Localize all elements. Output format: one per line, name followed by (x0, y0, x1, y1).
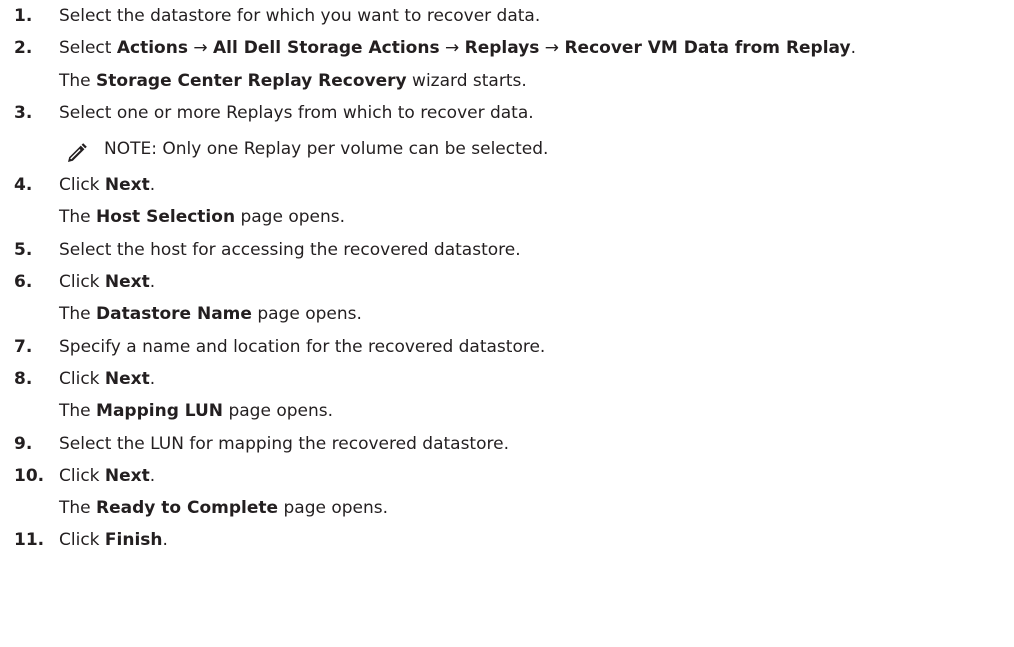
text-run: Only one Replay per volume can be select… (156, 139, 549, 160)
text-run: . (162, 530, 168, 551)
result-text: The Mapping LUN page opens. (59, 395, 333, 427)
ui-term: Mapping LUN (96, 401, 224, 422)
step-4: 4. Click Next. (14, 169, 1014, 201)
text-run: page opens. (235, 207, 345, 228)
result-text: The Storage Center Replay Recovery wizar… (59, 65, 527, 97)
text-run: . (149, 465, 156, 486)
step-number: 9. (14, 433, 33, 454)
ui-term: Host Selection (96, 207, 236, 228)
text-run: Click (59, 530, 105, 551)
step-11: 11. Click Finish. (14, 524, 1014, 556)
step-number: 3. (14, 102, 33, 123)
note: NOTE: Only one Replay per volume can be … (14, 129, 1014, 169)
step-number: 7. (14, 336, 33, 357)
step-number: 10. (14, 465, 45, 486)
ui-term: Finish (104, 530, 163, 551)
result-text: The Datastore Name page opens. (59, 298, 362, 330)
text-run: . (850, 38, 856, 59)
step-text: Click Finish. (59, 524, 168, 556)
text-run: The (59, 498, 97, 519)
step-number: 8. (14, 368, 33, 389)
note-text: NOTE: Only one Replay per volume can be … (104, 129, 548, 169)
arrow-separator: → (539, 38, 565, 59)
text-run: Specify a name and location for the reco… (59, 336, 546, 357)
text-run: Click (59, 368, 105, 389)
ui-term: Next (104, 465, 150, 486)
ui-term: Next (104, 175, 150, 196)
text-run: wizard starts. (406, 70, 527, 91)
text-run: . (149, 175, 156, 196)
step-text: Click Next. (59, 266, 155, 298)
text-run: Select one or more Replays from which to… (59, 102, 534, 123)
ui-term: Actions (116, 38, 188, 59)
text-run: . (149, 368, 156, 389)
note-label: NOTE: (104, 139, 157, 160)
step-6-result: The Datastore Name page opens. (14, 298, 1014, 330)
step-8: 8. Click Next. (14, 363, 1014, 395)
text-run: Click (59, 175, 105, 196)
step-4-result: The Host Selection page opens. (14, 201, 1014, 233)
step-number: 4. (14, 175, 33, 196)
pencil-note-icon (66, 139, 88, 163)
step-text: Click Next. (59, 460, 155, 492)
step-number: 5. (14, 239, 33, 260)
text-run: Select the datastore for which you want … (59, 6, 541, 26)
step-1: 1. Select the datastore for which you wa… (14, 0, 1014, 32)
step-6: 6. Click Next. (14, 266, 1014, 298)
ui-term: Replays (464, 38, 540, 59)
arrow-separator: → (439, 38, 465, 59)
step-text: Select the LUN for mapping the recovered… (59, 428, 509, 460)
ui-term: All Dell Storage Actions (213, 38, 440, 59)
text-run: . (149, 272, 156, 293)
step-9: 9. Select the LUN for mapping the recove… (14, 428, 1014, 460)
step-8-result: The Mapping LUN page opens. (14, 395, 1014, 427)
step-text: Specify a name and location for the reco… (59, 331, 545, 363)
text-run: The (59, 207, 97, 228)
text-run: page opens. (223, 401, 333, 422)
step-text: Select the datastore for which you want … (59, 0, 540, 32)
text-run: The (59, 70, 97, 91)
text-run: Select the LUN for mapping the recovered… (59, 433, 509, 454)
step-text: Click Next. (59, 363, 155, 395)
text-run: Click (59, 272, 105, 293)
text-run: Click (59, 465, 105, 486)
step-number: 6. (14, 272, 33, 293)
step-text: Select Actions → All Dell Storage Action… (59, 32, 856, 64)
text-run: page opens. (251, 304, 362, 325)
step-2-result: The Storage Center Replay Recovery wizar… (14, 65, 1014, 97)
procedure-steps: 1. Select the datastore for which you wa… (14, 0, 1014, 557)
ui-term: Ready to Complete (96, 498, 279, 519)
arrow-separator: → (187, 38, 214, 59)
ui-term: Recover VM Data from Replay (564, 38, 851, 59)
result-text: The Host Selection page opens. (59, 201, 345, 233)
step-number: 1. (14, 6, 33, 26)
ui-term: Next (104, 272, 150, 293)
text-run: The (59, 401, 97, 422)
step-3: 3. Select one or more Replays from which… (14, 97, 1014, 129)
text-run: The (59, 304, 97, 325)
step-2: 2. Select Actions → All Dell Storage Act… (14, 32, 1014, 64)
text-run: Select the host for accessing the recove… (59, 239, 521, 260)
ui-term: Storage Center Replay Recovery (96, 70, 407, 91)
text-run: Select (59, 38, 117, 59)
step-number: 2. (14, 38, 33, 59)
step-10-result: The Ready to Complete page opens. (14, 492, 1014, 524)
ui-term: Datastore Name (96, 304, 252, 325)
step-text: Select one or more Replays from which to… (59, 97, 534, 129)
step-number: 11. (14, 530, 45, 551)
ui-term: Next (104, 368, 150, 389)
step-5: 5. Select the host for accessing the rec… (14, 234, 1014, 266)
step-text: Select the host for accessing the recove… (59, 234, 521, 266)
step-10: 10. Click Next. (14, 460, 1014, 492)
step-7: 7. Specify a name and location for the r… (14, 331, 1014, 363)
result-text: The Ready to Complete page opens. (59, 492, 388, 524)
text-run: page opens. (278, 498, 389, 519)
step-text: Click Next. (59, 169, 155, 201)
